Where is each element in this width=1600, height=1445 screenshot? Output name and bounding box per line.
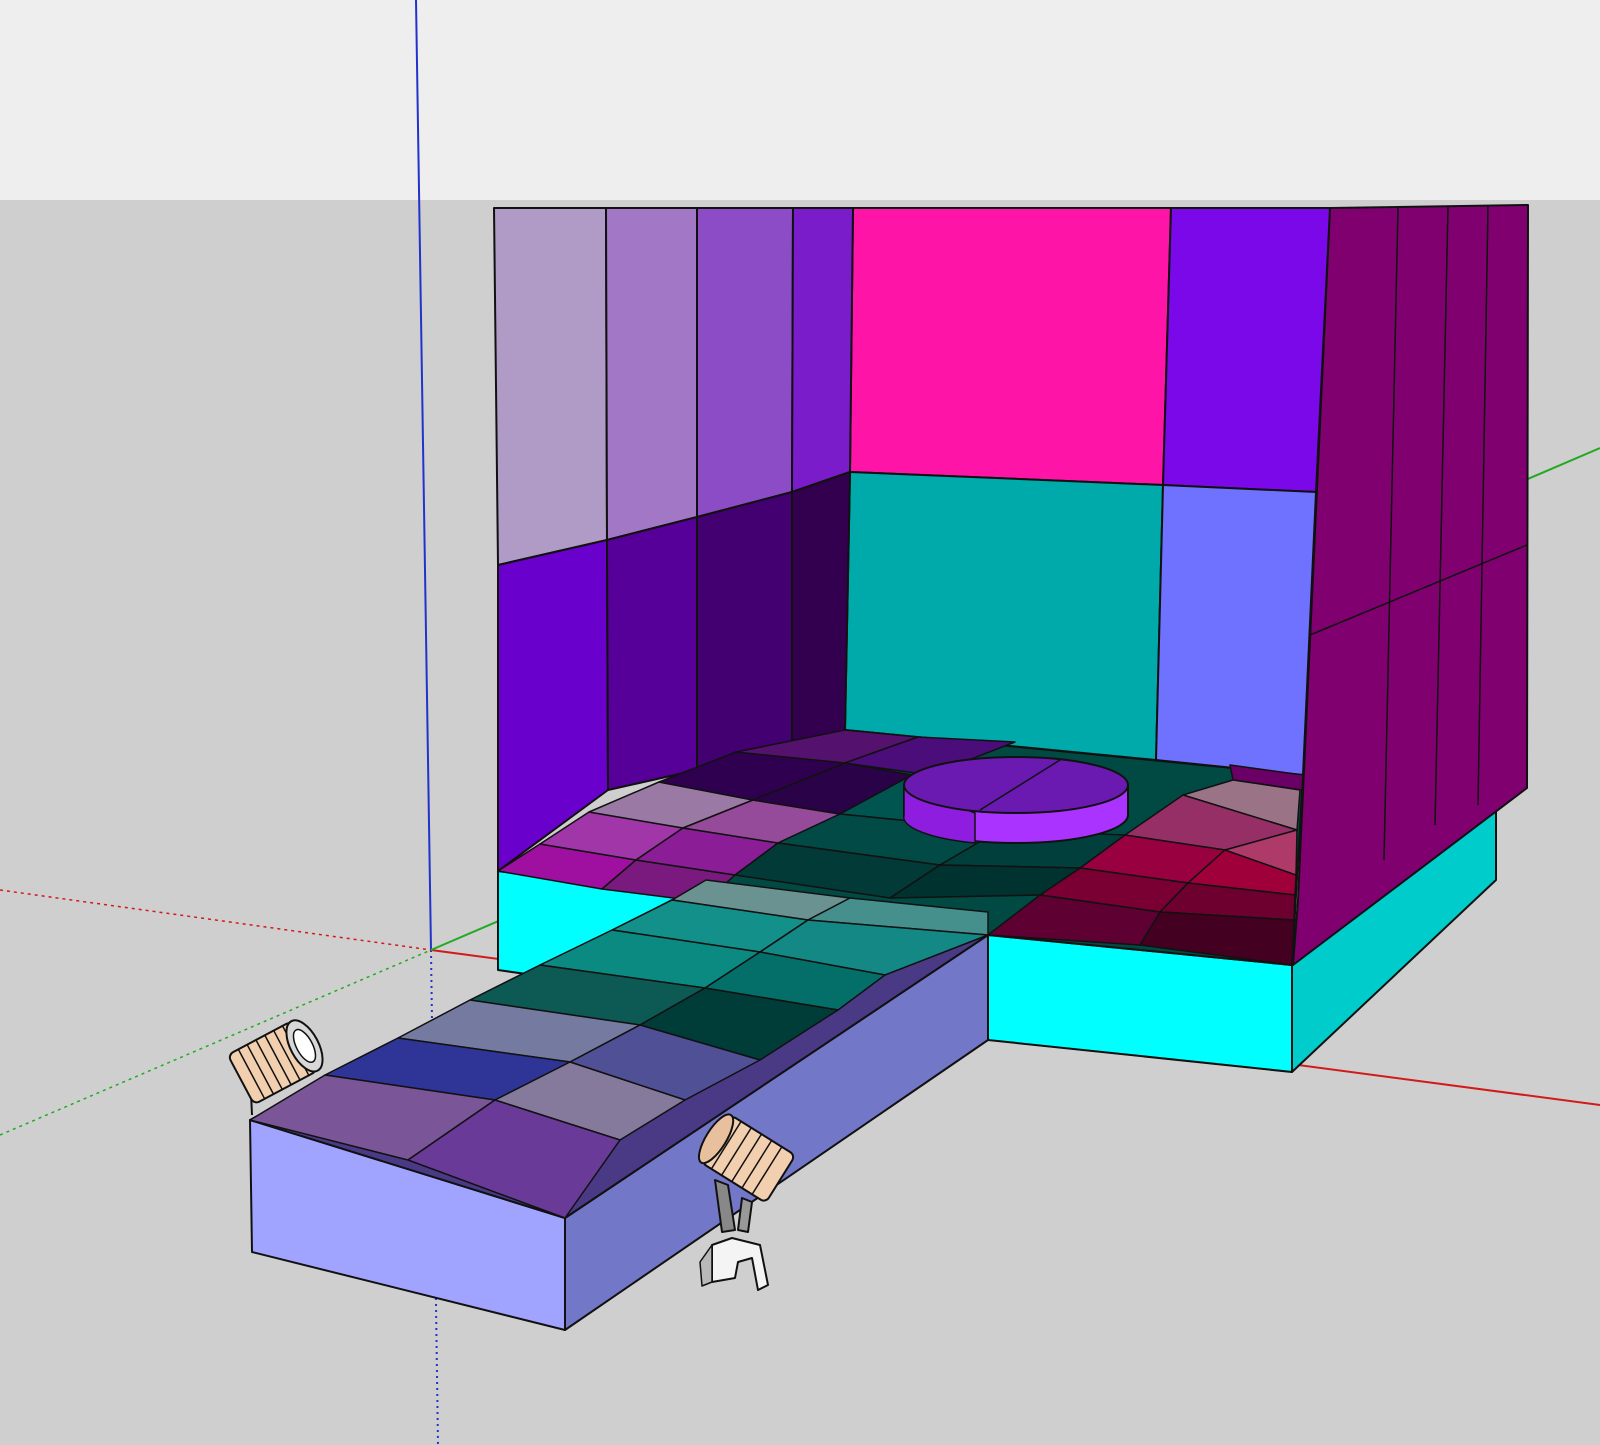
left-wall-upper-1 (493, 207, 608, 566)
back-wall[interactable] (844, 207, 1331, 776)
back-wall-upper-center (849, 207, 1172, 486)
pedestal[interactable] (902, 756, 1129, 844)
sky (0, 0, 1600, 200)
back-wall-lower-right (1155, 484, 1317, 776)
modeling-viewport[interactable] (0, 0, 1600, 1445)
pedestal-top (903, 756, 1129, 814)
back-wall-lower-center (844, 471, 1164, 761)
left-wall-lower-4 (791, 471, 851, 751)
left-wall-upper-4 (791, 207, 854, 493)
left-wall-lower-3 (696, 491, 793, 771)
scene-3d-view[interactable] (0, 0, 1600, 1445)
left-wall-upper-3 (696, 207, 794, 518)
left-wall-upper-2 (605, 207, 698, 541)
left-wall-lower-2 (606, 516, 698, 791)
back-wall-upper-right (1162, 207, 1331, 493)
